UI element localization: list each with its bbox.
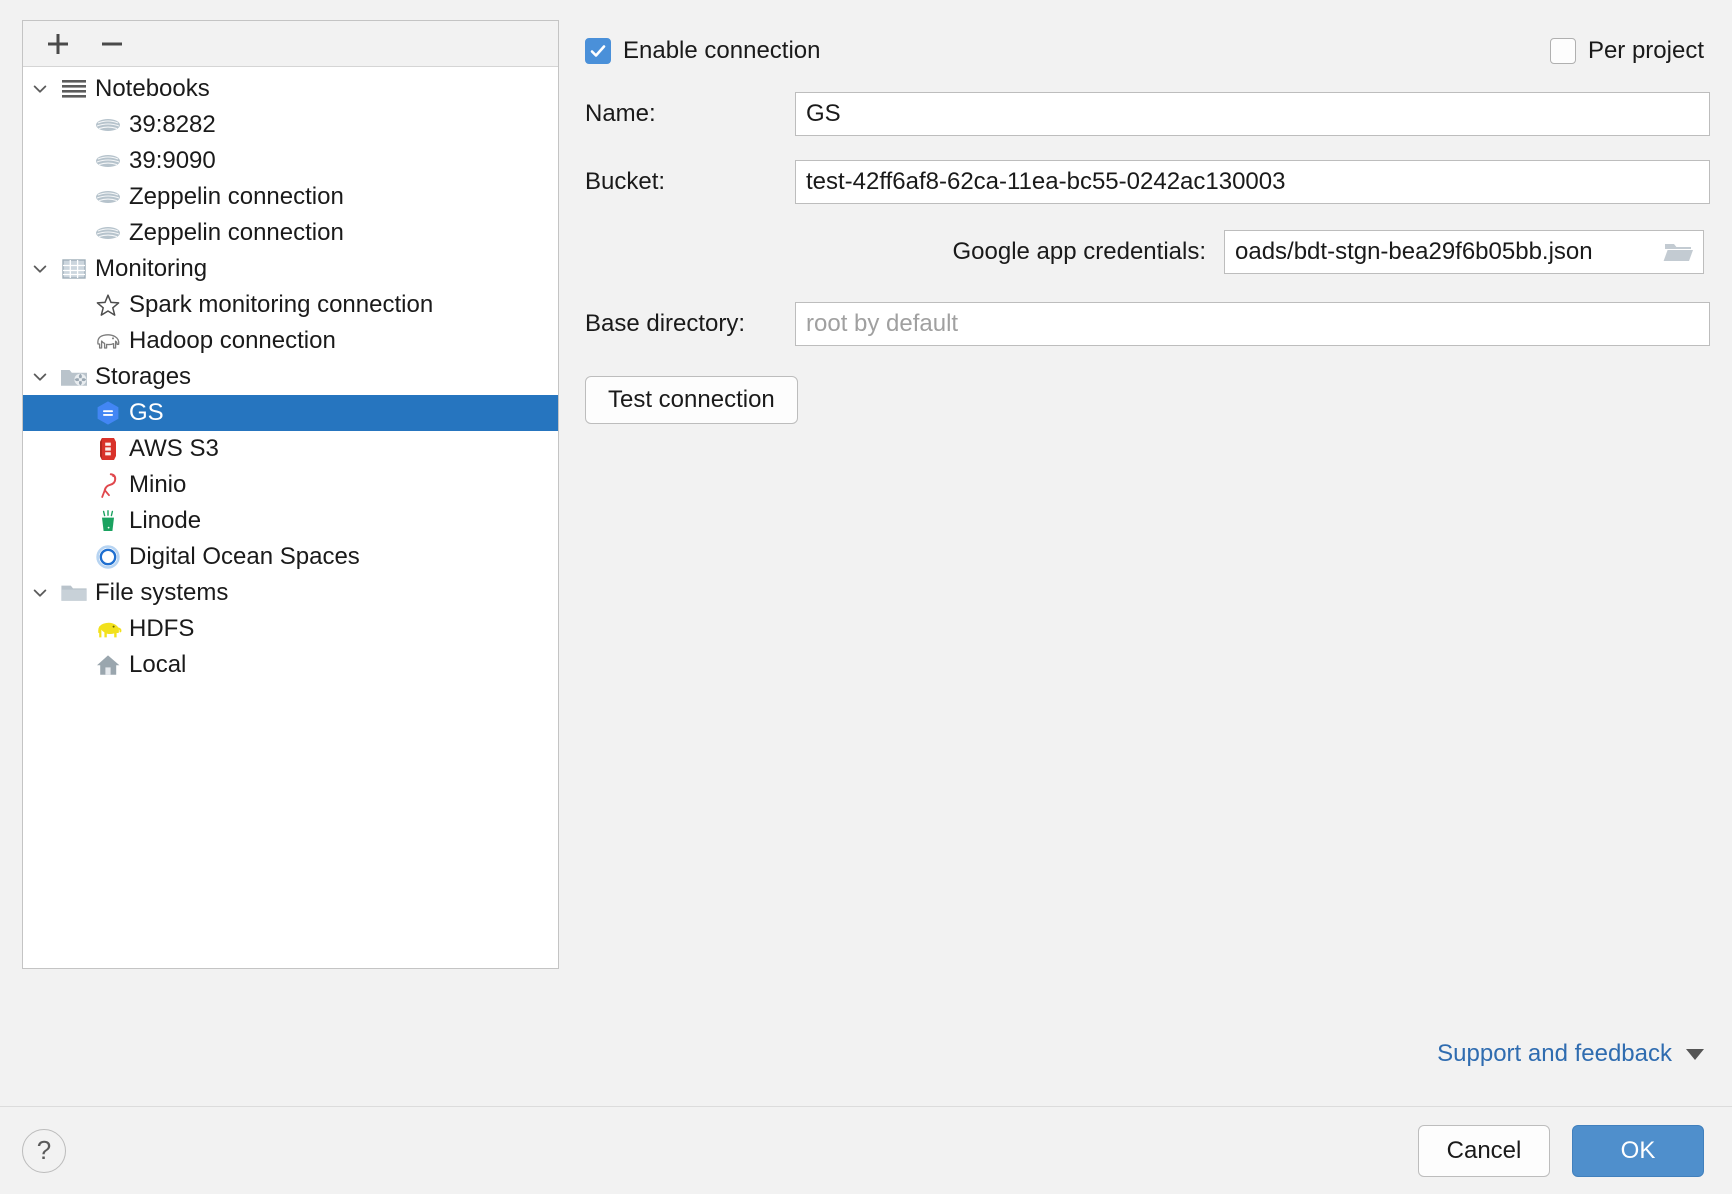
tree-item-label: 39:8282 — [125, 111, 216, 139]
tree-item-hdfs[interactable]: HDFS — [23, 611, 558, 647]
credentials-input[interactable]: oads/bdt-stgn-bea29f6b05bb.json — [1224, 230, 1704, 274]
tree-item-label: HDFS — [125, 615, 194, 643]
chevron-down-icon[interactable] — [23, 584, 57, 602]
enable-connection-checkbox[interactable]: Enable connection — [585, 37, 820, 65]
add-connection-button[interactable] — [43, 29, 73, 59]
dialog-actions: Cancel OK — [1418, 1125, 1704, 1177]
tree-item-label: Local — [125, 651, 186, 679]
tree-item-label: Linode — [125, 507, 201, 535]
tree-item-storages[interactable]: Storages — [23, 359, 558, 395]
linode-icon — [91, 508, 125, 534]
name-field-row: Name: GS — [585, 92, 1710, 136]
remove-connection-button[interactable] — [97, 29, 127, 59]
tree-item-label: Spark monitoring connection — [125, 291, 433, 319]
storages-folder-icon — [57, 365, 91, 389]
test-connection-row: Test connection — [585, 376, 1710, 424]
tree-item-label: Hadoop connection — [125, 327, 336, 355]
zeppelin-icon — [91, 115, 125, 135]
tree-item-digital-ocean-spaces[interactable]: Digital Ocean Spaces — [23, 539, 558, 575]
tree-item-39-9090[interactable]: 39:9090 — [23, 143, 558, 179]
tree-item-label: Zeppelin connection — [125, 219, 344, 247]
tree-item-gs[interactable]: GS — [23, 395, 558, 431]
local-home-icon — [91, 653, 125, 677]
tree-item-aws-s3[interactable]: AWS S3 — [23, 431, 558, 467]
tree-item-spark-monitoring-connection[interactable]: Spark monitoring connection — [23, 287, 558, 323]
google-storage-icon — [91, 400, 125, 426]
test-connection-button[interactable]: Test connection — [585, 376, 798, 424]
connections-tree-panel: Notebooks 39:8282 39:9090 Zeppelin connecti… — [22, 20, 559, 969]
credentials-label: Google app credentials: — [953, 238, 1207, 266]
notebooks-list-icon — [57, 78, 91, 100]
tree-item-hadoop-connection[interactable]: Hadoop connection — [23, 323, 558, 359]
name-label: Name: — [585, 100, 795, 128]
checkbox-box-unchecked — [1550, 38, 1576, 64]
tree-item-minio[interactable]: Minio — [23, 467, 558, 503]
bucket-label: Bucket: — [585, 168, 795, 196]
tree-item-label: Digital Ocean Spaces — [125, 543, 360, 571]
zeppelin-icon — [91, 187, 125, 207]
checkbox-box-checked — [585, 38, 611, 64]
tree-item-label: File systems — [91, 579, 228, 607]
tree-item-label: Storages — [91, 363, 191, 391]
storage-connection-dialog: Notebooks 39:8282 39:9090 Zeppelin connecti… — [0, 0, 1732, 1194]
zeppelin-icon — [91, 151, 125, 171]
base-directory-input[interactable]: root by default — [795, 302, 1710, 346]
tree-item-label: Notebooks — [91, 75, 210, 103]
tree-item-zeppelin-connection[interactable]: Zeppelin connection — [23, 179, 558, 215]
chevron-down-icon[interactable] — [23, 368, 57, 386]
form-top-row: Enable connection Per project — [585, 20, 1710, 82]
dialog-bottom-bar: ? Cancel OK — [0, 1106, 1732, 1194]
tree-item-label: AWS S3 — [125, 435, 219, 463]
chevron-down-icon[interactable] — [23, 80, 57, 98]
bucket-input[interactable]: test-42ff6af8-62ca-11ea-bc55-0242ac13000… — [795, 160, 1710, 204]
tree-item-zeppelin-connection[interactable]: Zeppelin connection — [23, 215, 558, 251]
name-input[interactable]: GS — [795, 92, 1710, 136]
per-project-label: Per project — [1588, 37, 1704, 65]
aws-s3-icon — [91, 436, 125, 462]
hdfs-elephant-icon — [91, 618, 125, 640]
bucket-field-row: Bucket: test-42ff6af8-62ca-11ea-bc55-024… — [585, 160, 1710, 204]
tree-item-linode[interactable]: Linode — [23, 503, 558, 539]
chevron-down-icon[interactable] — [1686, 1049, 1704, 1060]
tree-item-39-8282[interactable]: 39:8282 — [23, 107, 558, 143]
digital-ocean-icon — [91, 544, 125, 570]
tree-item-file-systems[interactable]: File systems — [23, 575, 558, 611]
enable-connection-label: Enable connection — [623, 37, 820, 65]
tree-item-monitoring[interactable]: Monitoring — [23, 251, 558, 287]
tree-item-label: 39:9090 — [125, 147, 216, 175]
tree-item-label: GS — [125, 399, 164, 427]
tree-item-label: Monitoring — [91, 255, 207, 283]
dialog-body: Notebooks 39:8282 39:9090 Zeppelin connecti… — [0, 0, 1732, 1106]
connections-tree[interactable]: Notebooks 39:8282 39:9090 Zeppelin connecti… — [23, 67, 558, 968]
folder-browse-icon[interactable] — [1661, 240, 1695, 264]
chevron-down-icon[interactable] — [23, 260, 57, 278]
tree-toolbar — [23, 21, 558, 67]
zeppelin-icon — [91, 223, 125, 243]
per-project-checkbox[interactable]: Per project — [1550, 37, 1704, 65]
spark-star-icon — [91, 293, 125, 317]
credentials-value: oads/bdt-stgn-bea29f6b05bb.json — [1235, 238, 1593, 266]
support-and-feedback[interactable]: Support and feedback — [1437, 1040, 1704, 1068]
file-systems-folder-icon — [57, 581, 91, 605]
tree-item-label: Minio — [125, 471, 186, 499]
cancel-button[interactable]: Cancel — [1418, 1125, 1550, 1177]
minio-flamingo-icon — [91, 471, 125, 499]
support-and-feedback-link[interactable]: Support and feedback — [1437, 1040, 1672, 1068]
monitoring-table-icon — [57, 258, 91, 280]
tree-item-local[interactable]: Local — [23, 647, 558, 683]
ok-button[interactable]: OK — [1572, 1125, 1704, 1177]
connection-settings-form: Enable connection Per project Name: GS B… — [559, 20, 1710, 1106]
help-button[interactable]: ? — [22, 1129, 66, 1173]
hadoop-elephant-icon — [91, 330, 125, 352]
tree-item-label: Zeppelin connection — [125, 183, 344, 211]
tree-item-notebooks[interactable]: Notebooks — [23, 71, 558, 107]
base-directory-field-row: Base directory: root by default — [585, 302, 1710, 346]
credentials-field-row: Google app credentials: oads/bdt-stgn-be… — [585, 230, 1710, 274]
base-directory-label: Base directory: — [585, 310, 795, 338]
